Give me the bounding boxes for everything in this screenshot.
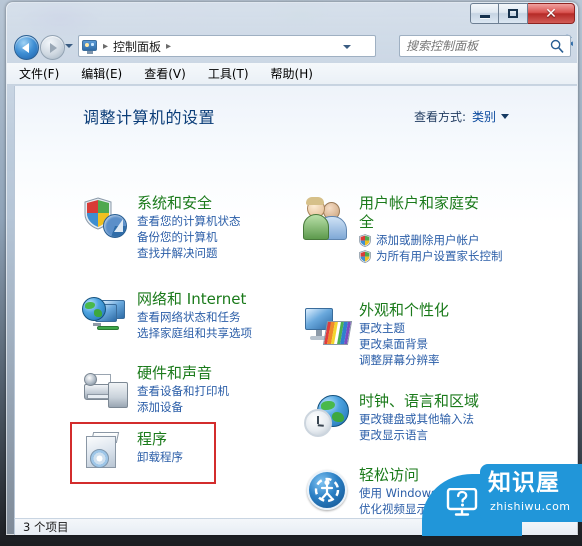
category-text: 程序 卸载程序 — [137, 430, 183, 478]
uac-shield-icon — [359, 250, 371, 263]
page-title: 调整计算机的设置 — [83, 108, 216, 127]
category-link[interactable]: 查找并解决问题 — [137, 245, 241, 261]
title-bar[interactable]: ✕ — [6, 2, 578, 30]
category-title[interactable]: 程序 — [137, 430, 183, 449]
category-title[interactable]: 用户帐户和家庭安全 — [359, 194, 491, 232]
category-programs[interactable]: 程序 卸载程序 — [81, 430, 183, 478]
menu-item-edit[interactable]: 编辑(E) — [79, 63, 124, 84]
category-title[interactable]: 网络和 Internet — [137, 290, 252, 309]
category-system-and-security[interactable]: 系统和安全 查看您的计算机状态 备份您的计算机 查找并解决问题 — [81, 194, 241, 261]
forward-button[interactable] — [40, 35, 65, 60]
watermark-name: 知识屋 — [488, 470, 560, 496]
category-link[interactable]: 选择家庭组和共享选项 — [137, 325, 252, 341]
menu-bar: 文件(F) 编辑(E) 查看(V) 工具(T) 帮助(H) — [7, 63, 577, 85]
monitor-question-icon — [446, 488, 478, 516]
category-text: 用户帐户和家庭安全 添加或删除用户帐户 为所有用户设置家长控制 — [359, 194, 503, 264]
category-link[interactable]: 更改桌面背景 — [359, 336, 449, 352]
watermark-url: zhishiwu.com — [490, 500, 571, 513]
content-pane: 调整计算机的设置 查看方式: 类别 系统和安全 查看您的计算机状态 备份您的计算… — [14, 86, 577, 518]
category-hardware-and-sound[interactable]: 硬件和声音 查看设备和打印机 添加设备 — [81, 364, 229, 415]
menu-item-help[interactable]: 帮助(H) — [269, 63, 315, 84]
forward-arrow-icon — [50, 42, 57, 53]
category-link[interactable]: 备份您的计算机 — [137, 229, 241, 245]
printer-speaker-icon — [81, 364, 129, 412]
content-header: 调整计算机的设置 查看方式: 类别 — [15, 86, 577, 128]
maximize-icon — [508, 9, 518, 18]
pie-chart-icon — [103, 214, 127, 238]
close-icon: ✕ — [545, 5, 557, 22]
category-link[interactable]: 卸载程序 — [137, 449, 183, 465]
category-text: 系统和安全 查看您的计算机状态 备份您的计算机 查找并解决问题 — [137, 194, 241, 261]
control-panel-icon — [82, 39, 98, 54]
search-icon — [550, 39, 564, 53]
recent-pages-dropdown-icon[interactable] — [65, 44, 73, 48]
category-title[interactable]: 硬件和声音 — [137, 364, 229, 383]
category-network-and-internet[interactable]: 网络和 Internet 查看网络状态和任务 选择家庭组和共享选项 — [81, 290, 252, 341]
network-globe-icon — [81, 290, 129, 338]
category-link[interactable]: 添加设备 — [137, 399, 229, 415]
category-link[interactable]: 添加或删除用户帐户 — [359, 232, 503, 248]
programs-cd-icon — [81, 430, 129, 478]
search-box[interactable] — [399, 35, 571, 57]
address-bar[interactable]: ▸ 控制面板 ▸ — [78, 35, 376, 57]
view-by-value[interactable]: 类别 — [472, 108, 496, 125]
close-button[interactable]: ✕ — [528, 3, 575, 24]
status-item-count: 3 个项目 — [23, 520, 69, 534]
clock-globe-icon — [303, 392, 351, 440]
view-by-control[interactable]: 查看方式: 类别 — [414, 108, 509, 125]
category-link[interactable]: 更改主题 — [359, 320, 449, 336]
category-title[interactable]: 时钟、语言和区域 — [359, 392, 479, 411]
category-text: 外观和个性化 更改主题 更改桌面背景 调整屏幕分辨率 — [359, 301, 449, 368]
view-by-label: 查看方式: — [413, 110, 466, 124]
site-watermark: 知识屋 zhishiwu.com — [422, 462, 582, 536]
category-link-label: 添加或删除用户帐户 — [376, 233, 480, 247]
address-dropdown-icon[interactable] — [343, 45, 351, 49]
breadcrumb-separator-icon-2[interactable]: ▸ — [163, 41, 174, 52]
minimize-icon — [479, 15, 490, 18]
category-text: 硬件和声音 查看设备和打印机 添加设备 — [137, 364, 229, 415]
caption-buttons: ✕ — [470, 3, 575, 24]
category-appearance[interactable]: 外观和个性化 更改主题 更改桌面背景 调整屏幕分辨率 — [303, 301, 449, 368]
category-text: 时钟、语言和区域 更改键盘或其他输入法 更改显示语言 — [359, 392, 479, 443]
category-clock-language-region[interactable]: 时钟、语言和区域 更改键盘或其他输入法 更改显示语言 — [303, 392, 479, 443]
ease-of-access-icon — [303, 466, 351, 514]
category-link[interactable]: 调整屏幕分辨率 — [359, 352, 449, 368]
navigation-bar: ▸ 控制面板 ▸ — [6, 30, 578, 63]
security-shield-icon — [81, 194, 129, 242]
appearance-palette-icon — [303, 301, 353, 349]
accessibility-person-icon — [314, 477, 340, 503]
search-input[interactable] — [406, 39, 546, 53]
category-link[interactable]: 更改键盘或其他输入法 — [359, 411, 479, 427]
user-accounts-icon — [303, 194, 351, 242]
breadcrumb-separator-icon: ▸ — [103, 40, 109, 52]
back-button[interactable] — [14, 35, 39, 60]
category-link[interactable]: 查看您的计算机状态 — [137, 213, 241, 229]
breadcrumb-control-panel[interactable]: 控制面板 — [111, 38, 163, 55]
category-title[interactable]: 系统和安全 — [137, 194, 241, 213]
back-arrow-icon — [22, 42, 29, 53]
minimize-button[interactable] — [470, 3, 499, 24]
category-user-accounts[interactable]: 用户帐户和家庭安全 添加或删除用户帐户 为所有用户设置家长控制 — [303, 194, 503, 264]
category-link[interactable]: 查看设备和打印机 — [137, 383, 229, 399]
color-palette-icon — [322, 321, 353, 345]
maximize-button[interactable] — [499, 3, 528, 24]
control-panel-window: ✕ ▸ 控制面板 ▸ 搜索控制面板 文件(F) 编辑(E) 查看(V) 工具(T… — [6, 2, 578, 535]
menu-item-view[interactable]: 查看(V) — [142, 63, 188, 84]
menu-item-file[interactable]: 文件(F) — [17, 63, 61, 84]
category-link-label: 为所有用户设置家长控制 — [376, 249, 503, 263]
category-text: 网络和 Internet 查看网络状态和任务 选择家庭组和共享选项 — [137, 290, 252, 341]
category-link[interactable]: 查看网络状态和任务 — [137, 309, 252, 325]
chevron-down-icon[interactable] — [501, 114, 509, 119]
category-title[interactable]: 外观和个性化 — [359, 301, 449, 320]
uac-shield-icon — [359, 234, 371, 247]
menu-item-tools[interactable]: 工具(T) — [206, 63, 251, 84]
category-link[interactable]: 更改显示语言 — [359, 427, 479, 443]
category-link[interactable]: 为所有用户设置家长控制 — [359, 248, 503, 264]
